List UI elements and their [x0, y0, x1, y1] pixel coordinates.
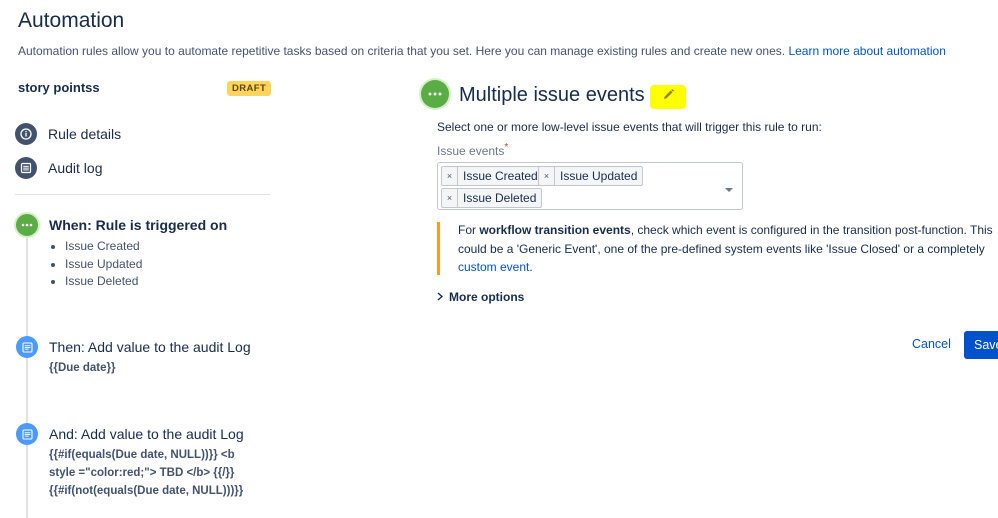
- custom-event-link[interactable]: custom event: [458, 260, 529, 274]
- step-title: And: Add value to the audit Log: [49, 426, 244, 442]
- tag-label: Issue Created: [463, 169, 538, 183]
- tag-label: Issue Deleted: [463, 191, 537, 205]
- tag-label: Issue Updated: [560, 169, 638, 183]
- action-step-2[interactable]: And: Add value to the audit Log: [16, 423, 244, 445]
- trigger-event-list: Issue Created Issue Updated Issue Delete…: [51, 238, 142, 291]
- step-detail: {{Due date}}: [49, 362, 116, 374]
- page-title: Automation: [18, 9, 125, 32]
- cancel-button[interactable]: Cancel: [912, 337, 951, 351]
- trigger-icon: [421, 80, 449, 108]
- remove-tag-button[interactable]: ×: [442, 189, 458, 207]
- issue-events-select[interactable]: × Issue Created × Issue Updated × Issue …: [437, 162, 743, 210]
- note-suffix: .: [529, 260, 533, 274]
- more-options-toggle[interactable]: More options: [437, 290, 524, 304]
- page-description-text: Automation rules allow you to automate r…: [18, 44, 786, 58]
- timeline-connector: [26, 234, 28, 518]
- note-prefix: For: [458, 223, 480, 237]
- selected-event-tag: × Issue Updated: [538, 166, 644, 186]
- status-badge: DRAFT: [227, 81, 272, 96]
- selected-event-tag: × Issue Deleted: [441, 188, 543, 208]
- list-item: Issue Updated: [65, 256, 142, 274]
- note-line-1: For workflow transition events, check wh…: [458, 221, 993, 240]
- audit-icon: [16, 423, 38, 445]
- step-detail: {{#if(equals(Due date, NULL))}} <b style…: [49, 446, 243, 500]
- note-bold: workflow transition events: [479, 223, 631, 237]
- note-line-3: custom event.: [458, 258, 993, 277]
- sidebar-item-label: Rule details: [48, 126, 122, 142]
- step-detail-line: {{#if(equals(Due date, NULL))}} <b: [49, 449, 235, 461]
- save-button[interactable]: Save: [964, 331, 998, 359]
- panel-title: Multiple issue events: [459, 84, 645, 106]
- info-icon: [15, 123, 37, 145]
- note-line-2: could be a 'Generic Event', one of the p…: [458, 241, 985, 256]
- remove-tag-button[interactable]: ×: [442, 167, 458, 185]
- step-title: Then: Add value to the audit Log: [49, 339, 251, 355]
- trigger-icon: [16, 214, 38, 236]
- sidebar-item-audit-log[interactable]: Audit log: [15, 157, 102, 179]
- step-title: When: Rule is triggered on: [49, 217, 228, 233]
- pencil-icon: [662, 88, 675, 106]
- remove-tag-button[interactable]: ×: [539, 167, 555, 185]
- step-detail-line: {{#if(not(equals(Due date, NULL)))}}: [49, 485, 244, 497]
- list-item: Issue Created: [65, 238, 142, 256]
- required-marker: *: [504, 142, 509, 153]
- trigger-step[interactable]: When: Rule is triggered on: [16, 214, 227, 236]
- note-rest: , check which event is configured in the…: [630, 223, 993, 237]
- issue-events-label: Issue events*: [437, 142, 508, 158]
- page-description: Automation rules allow you to automate r…: [18, 44, 946, 58]
- more-options-label: More options: [449, 290, 525, 304]
- sidebar-divider: [15, 194, 270, 195]
- workflow-events-note: For workflow transition events, check wh…: [458, 221, 993, 277]
- warning-accent-bar: [437, 222, 440, 275]
- step-detail-line: style ="color:red;"> TBD </b> {{/}}: [49, 467, 235, 479]
- selected-event-tag: × Issue Created: [441, 166, 544, 186]
- audit-icon: [16, 336, 38, 358]
- edit-title-button[interactable]: [650, 85, 686, 109]
- list-item: Issue Deleted: [65, 273, 142, 291]
- chevron-down-icon[interactable]: [724, 180, 734, 198]
- field-label-text: Issue events: [437, 144, 505, 158]
- list-icon: [15, 157, 37, 179]
- rule-name: story pointss: [18, 80, 100, 95]
- learn-more-link[interactable]: Learn more about automation: [788, 44, 945, 58]
- chevron-right-icon: [437, 290, 444, 304]
- action-step-1[interactable]: Then: Add value to the audit Log: [16, 336, 251, 358]
- panel-instruction: Select one or more low-level issue event…: [437, 120, 822, 134]
- sidebar-item-label: Audit log: [48, 160, 103, 176]
- sidebar-item-rule-details[interactable]: Rule details: [15, 123, 121, 145]
